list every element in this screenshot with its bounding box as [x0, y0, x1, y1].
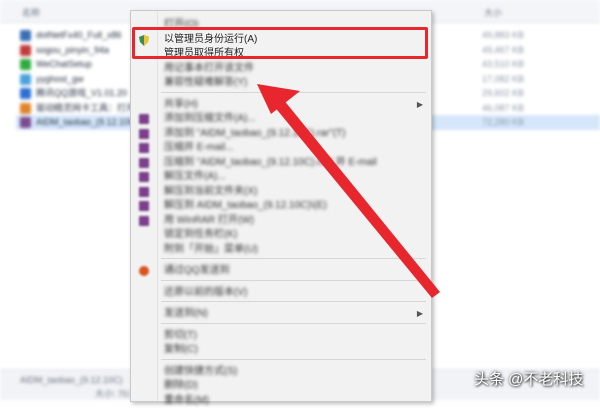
red-arrow-icon — [257, 84, 440, 298]
arrow-shaft — [264, 88, 440, 298]
watermark: 头条 @不老科技 — [474, 371, 584, 388]
